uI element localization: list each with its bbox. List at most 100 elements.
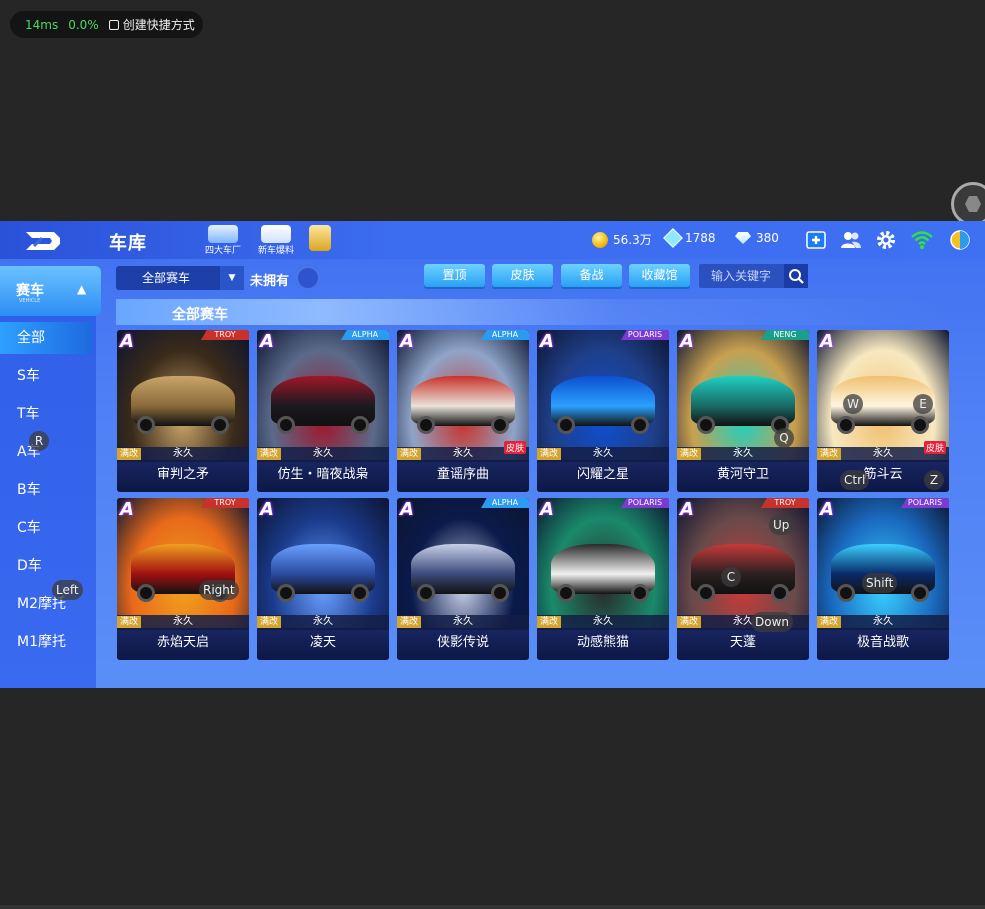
max-mod-badge: 满改 — [397, 616, 422, 628]
wheel-image — [697, 416, 715, 434]
grade-label: A — [820, 331, 834, 352]
car-name: 侠影传说 — [397, 630, 529, 660]
gift-button[interactable] — [309, 225, 331, 251]
max-mod-badge: 满改 — [537, 448, 562, 460]
car-name: 黄河守卫 — [677, 462, 809, 492]
factory-button[interactable]: 四大车厂 — [205, 225, 241, 256]
game-viewport: 车库 四大车厂 新车爆料 56.3万 1788 380 赛车 VEHICLE ▲… — [0, 221, 985, 688]
grade-label: A — [260, 499, 274, 520]
car-card[interactable]: A ALPHA 永久 满改 仿生・暗夜战枭 — [257, 330, 389, 492]
key-hint: Down — [751, 612, 794, 632]
search-placeholder: 输入关键字 — [711, 269, 772, 283]
new-car-icon — [261, 225, 291, 243]
vehicle-type-dropdown[interactable]: 全部赛车 ▼ — [116, 266, 244, 290]
skin-badge: 皮肤 — [923, 441, 946, 454]
wheel-image — [277, 416, 295, 434]
car-artwork — [537, 498, 669, 628]
battery-icon — [950, 230, 970, 250]
not-owned-toggle[interactable] — [296, 266, 320, 290]
wheel-image — [137, 584, 155, 602]
max-mod-badge: 满改 — [257, 448, 282, 460]
car-card[interactable]: A ALPHA 永久 满改 皮肤 童谣序曲 — [397, 330, 529, 492]
sidebar-item-t[interactable]: T车 — [0, 398, 92, 430]
wheel-image — [417, 584, 435, 602]
coin-value: 56.3万 — [613, 233, 652, 247]
brand-badge: ALPHA — [481, 498, 529, 508]
max-mod-badge: 满改 — [117, 448, 142, 460]
wheel-image — [491, 416, 509, 434]
car-card[interactable]: A TROY 永久 满改 审判之矛 — [117, 330, 249, 492]
wheel-image — [417, 416, 435, 434]
grade-label: A — [680, 331, 694, 352]
back-logo-icon[interactable] — [24, 230, 62, 252]
shortcut-icon — [108, 19, 119, 30]
token-value: 1788 — [685, 231, 716, 245]
token-icon — [663, 228, 683, 248]
car-artwork — [257, 498, 389, 628]
floating-control-button[interactable] — [951, 182, 985, 226]
grade-label: A — [260, 331, 274, 352]
car-card[interactable]: A TROY 永久 满改 赤焰天启 — [117, 498, 249, 660]
collection-button[interactable]: 收藏馆 — [629, 264, 690, 287]
latency-text: 14ms — [25, 17, 59, 32]
car-name: 天蓬 — [677, 630, 809, 660]
top-bar — [0, 221, 985, 259]
grade-label: A — [540, 499, 554, 520]
add-icon[interactable] — [805, 229, 827, 251]
key-hint: Left — [52, 580, 83, 600]
car-artwork — [117, 330, 249, 460]
car-card[interactable]: A POLARIS 永久 满改 闪耀之星 — [537, 330, 669, 492]
brand-badge: TROY — [201, 330, 249, 340]
gear-icon[interactable] — [875, 229, 897, 251]
car-card[interactable]: A NENG 永久 满改 黄河守卫 — [677, 330, 809, 492]
loss-text: 0.0% — [68, 17, 99, 32]
car-card[interactable]: A 永久 满改 凌天 — [257, 498, 389, 660]
wheel-image — [351, 584, 369, 602]
sidebar-item-d[interactable]: D车 — [0, 550, 92, 582]
diamond-icon — [735, 232, 751, 244]
bottom-border — [0, 905, 985, 909]
pin-top-button[interactable]: 置顶 — [424, 264, 485, 287]
hex-icon — [965, 196, 981, 212]
car-name: 闪耀之星 — [537, 462, 669, 492]
key-hint: Ctrl — [840, 470, 870, 490]
sidebar-item-s[interactable]: S车 — [0, 360, 92, 392]
key-hint: R — [29, 431, 49, 451]
car-name: 动感熊猫 — [537, 630, 669, 660]
wheel-image — [137, 416, 155, 434]
prepare-button[interactable]: 备战 — [561, 264, 622, 287]
sidebar-item-all[interactable]: 全部 — [0, 322, 92, 354]
brand-badge: POLARIS — [621, 330, 669, 340]
friends-icon[interactable] — [840, 229, 862, 251]
skin-button[interactable]: 皮肤 — [492, 264, 553, 287]
car-artwork — [257, 330, 389, 460]
sidebar-item-m1[interactable]: M1摩托 — [0, 626, 92, 658]
search-input[interactable]: 输入关键字 — [699, 264, 808, 288]
wheel-image — [911, 584, 929, 602]
create-shortcut-button[interactable]: 创建快捷方式 — [108, 16, 195, 33]
new-car-button[interactable]: 新车爆料 — [258, 225, 294, 256]
brand-badge: TROY — [761, 498, 809, 508]
section-header: 全部赛车 — [116, 299, 946, 325]
brand-badge: ALPHA — [341, 330, 389, 340]
sidebar-item-c[interactable]: C车 — [0, 512, 92, 544]
car-card[interactable]: A POLARIS 永久 满改 动感熊猫 — [537, 498, 669, 660]
car-factory-icon — [208, 225, 238, 243]
wheel-image — [351, 416, 369, 434]
max-mod-badge: 满改 — [677, 448, 702, 460]
search-button[interactable] — [784, 264, 808, 288]
shortcut-label: 创建快捷方式 — [122, 18, 195, 32]
grade-label: A — [120, 331, 134, 352]
sidebar-header-vehicles[interactable]: 赛车 VEHICLE ▲ — [0, 266, 101, 316]
sidebar-header-sub: VEHICLE — [19, 298, 41, 304]
sidebar-item-b[interactable]: B车 — [0, 474, 92, 506]
key-hint: W — [843, 394, 863, 414]
wheel-image — [837, 416, 855, 434]
search-icon — [789, 269, 804, 284]
car-name: 极音战歌 — [817, 630, 949, 660]
skin-badge: 皮肤 — [503, 441, 526, 454]
max-mod-badge: 满改 — [117, 616, 142, 628]
car-card[interactable]: A ALPHA 永久 满改 侠影传说 — [397, 498, 529, 660]
max-mod-badge: 满改 — [677, 616, 702, 628]
key-hint: E — [913, 394, 933, 414]
